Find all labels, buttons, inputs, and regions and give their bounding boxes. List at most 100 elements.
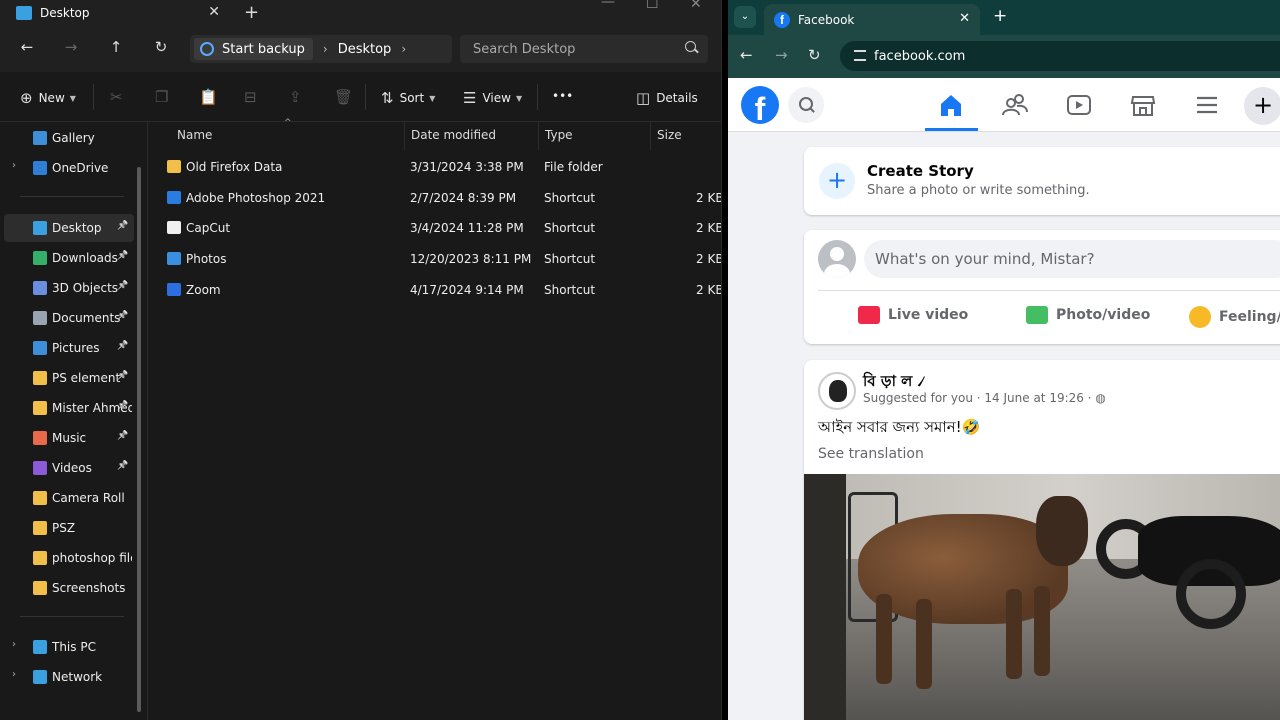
post-image[interactable] bbox=[804, 474, 1280, 720]
view-label: View bbox=[482, 91, 511, 105]
friends-icon[interactable] bbox=[1000, 91, 1030, 119]
more-options-button[interactable]: ••• bbox=[552, 89, 573, 103]
sidebar-item[interactable]: Downloads 📌 bbox=[0, 244, 140, 272]
sort-button[interactable]: ⇅ Sort ▼ bbox=[381, 89, 435, 107]
new-tab-icon[interactable]: + bbox=[993, 6, 1007, 26]
sidebar-item[interactable]: photoshop file e bbox=[0, 544, 140, 572]
delete-icon[interactable]: 🗑 bbox=[334, 88, 353, 106]
menu-icon[interactable] bbox=[1192, 91, 1222, 119]
new-tab-icon[interactable]: + bbox=[244, 2, 259, 23]
file-row[interactable]: CapCut 3/4/2024 11:28 PM Shortcut 2 KB bbox=[149, 213, 721, 243]
sidebar-item[interactable]: › Network bbox=[0, 663, 140, 691]
sidebar-item[interactable]: Gallery bbox=[0, 124, 140, 152]
desktop-folder-icon bbox=[16, 6, 32, 20]
photo-video-button[interactable]: Photo/video bbox=[1026, 306, 1150, 324]
cut-icon[interactable]: ✂ bbox=[110, 88, 123, 106]
back-icon[interactable]: ← bbox=[740, 46, 753, 64]
file-row[interactable]: Photos 12/20/2023 8:11 PM Shortcut 2 KB bbox=[149, 244, 721, 274]
expand-chevron-icon[interactable]: › bbox=[12, 160, 16, 171]
breadcrumb[interactable]: Start backup › Desktop › bbox=[190, 35, 452, 63]
expand-chevron-icon[interactable]: › bbox=[12, 639, 16, 650]
expand-chevron-icon[interactable]: › bbox=[12, 669, 16, 680]
sidebar-item[interactable]: Pictures 📌 bbox=[0, 334, 140, 362]
facebook-logo[interactable]: f bbox=[741, 86, 779, 124]
pin-icon: 📌 bbox=[117, 221, 129, 231]
close-window-icon[interactable]: ✕ bbox=[690, 0, 702, 12]
start-backup-label: Start backup bbox=[222, 41, 305, 57]
composer-action-label: Live video bbox=[888, 307, 969, 323]
share-icon[interactable]: ⇪ bbox=[289, 88, 302, 106]
new-button[interactable]: ⊕ New ▼ bbox=[20, 89, 76, 107]
close-tab-icon[interactable]: ✕ bbox=[208, 4, 220, 20]
sidebar-item[interactable]: 3D Objects 📌 bbox=[0, 274, 140, 302]
column-header-date[interactable]: Date modified bbox=[405, 122, 539, 150]
column-header-type[interactable]: Type bbox=[539, 122, 651, 150]
breadcrumb-desktop[interactable]: Desktop bbox=[338, 42, 392, 57]
search-input[interactable]: Search Desktop bbox=[460, 35, 708, 63]
facebook-search-icon[interactable] bbox=[788, 87, 824, 123]
maximize-icon[interactable]: ☐ bbox=[646, 0, 659, 12]
sidebar-folder-icon bbox=[33, 491, 47, 505]
forward-icon[interactable]: → bbox=[775, 46, 788, 64]
whats-on-your-mind-input[interactable]: What's on your mind, Mistar? bbox=[864, 240, 1280, 278]
file-row[interactable]: Old Firefox Data 3/31/2024 3:38 PM File fo… bbox=[149, 152, 721, 182]
browser-tab-facebook[interactable]: f Facebook ✕ bbox=[764, 4, 980, 35]
close-tab-icon[interactable]: ✕ bbox=[959, 11, 970, 26]
see-translation-link[interactable]: See translation bbox=[818, 446, 924, 462]
sidebar-item[interactable]: Music 📌 bbox=[0, 424, 140, 452]
forward-icon[interactable]: → bbox=[59, 38, 83, 56]
up-icon[interactable]: ↑ bbox=[104, 38, 128, 56]
pin-icon: 📌 bbox=[117, 251, 129, 261]
back-icon[interactable]: ← bbox=[15, 38, 39, 56]
browser-toolbar: ← → ↻ facebook.com bbox=[728, 35, 1280, 78]
sidebar-item-label: photoshop file e bbox=[52, 551, 132, 565]
marketplace-icon[interactable] bbox=[1128, 91, 1158, 119]
post-meta: Suggested for you · 14 June at 19:26 · ◍ bbox=[863, 391, 1106, 405]
sidebar-item[interactable]: Documents 📌 bbox=[0, 304, 140, 332]
rename-icon[interactable]: ⊟ bbox=[244, 88, 257, 106]
sidebar-folder-icon bbox=[33, 401, 47, 415]
site-settings-icon[interactable] bbox=[854, 50, 866, 61]
address-bar[interactable]: facebook.com bbox=[840, 41, 1280, 71]
add-story-icon[interactable]: + bbox=[819, 163, 855, 199]
pin-icon: 📌 bbox=[117, 371, 129, 381]
sort-label: Sort bbox=[399, 91, 425, 105]
sidebar-item[interactable]: Mister Ahmed 📌 bbox=[0, 394, 140, 422]
sidebar-item[interactable]: Screenshots bbox=[0, 574, 140, 602]
create-story-card[interactable]: + Create Story Share a photo or write so… bbox=[804, 147, 1280, 215]
user-avatar[interactable] bbox=[818, 240, 856, 278]
sidebar-item[interactable]: › This PC bbox=[0, 633, 140, 661]
tab-search-icon[interactable]: ⌄ bbox=[734, 6, 756, 28]
explorer-tab[interactable]: Desktop ✕ bbox=[6, 0, 228, 26]
copy-icon[interactable]: ❐ bbox=[155, 88, 168, 106]
paste-icon[interactable]: 📋 bbox=[199, 88, 218, 106]
file-type: Shortcut bbox=[544, 221, 596, 236]
minimize-icon[interactable]: — bbox=[601, 0, 615, 10]
sidebar-item[interactable]: PSZ bbox=[0, 514, 140, 542]
file-row[interactable]: Adobe Photoshop 2021 2/7/2024 8:39 PM Shor… bbox=[149, 183, 721, 213]
create-plus-icon[interactable]: + bbox=[1244, 87, 1280, 125]
sidebar-item[interactable]: Desktop 📌 bbox=[4, 214, 134, 242]
post-author-avatar[interactable] bbox=[818, 372, 856, 410]
refresh-icon[interactable]: ↻ bbox=[149, 38, 173, 56]
column-header-size[interactable]: Size bbox=[651, 122, 721, 150]
sidebar-item[interactable]: Camera Roll bbox=[0, 484, 140, 512]
sidebar-item[interactable]: › OneDrive bbox=[0, 154, 140, 182]
view-button[interactable]: ☰ View ▼ bbox=[463, 89, 522, 107]
sidebar-item-label: PSZ bbox=[52, 521, 76, 535]
feeling-activity-button[interactable]: Feeling/ac bbox=[1189, 306, 1280, 328]
reload-icon[interactable]: ↻ bbox=[808, 46, 821, 64]
sidebar-item[interactable]: Videos 📌 bbox=[0, 454, 140, 482]
details-pane-button[interactable]: ◫ Details bbox=[636, 89, 698, 107]
chevron-right-icon[interactable]: › bbox=[401, 42, 406, 56]
column-header-name[interactable]: Name bbox=[171, 122, 405, 150]
live-video-button[interactable]: Live video bbox=[858, 306, 968, 324]
home-icon[interactable] bbox=[936, 91, 966, 119]
file-row[interactable]: Zoom 4/17/2024 9:14 PM Shortcut 2 KB bbox=[149, 275, 721, 305]
sidebar-folder-icon bbox=[33, 251, 47, 265]
file-date: 12/20/2023 8:11 PM bbox=[410, 252, 532, 267]
sidebar-folder-icon bbox=[33, 221, 47, 235]
sidebar-item[interactable]: PS element 📌 bbox=[0, 364, 140, 392]
watch-video-icon[interactable] bbox=[1064, 91, 1094, 119]
start-backup-button[interactable]: Start backup bbox=[194, 38, 313, 60]
